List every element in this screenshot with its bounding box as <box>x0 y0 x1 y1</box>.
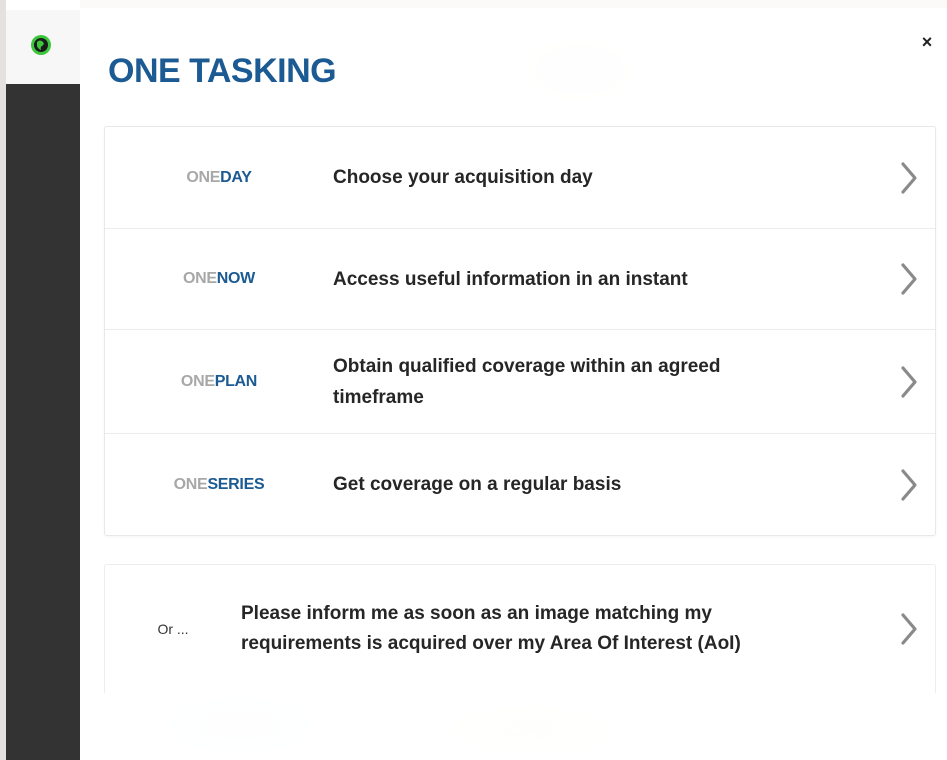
brand-one-now: ONENOW <box>105 270 333 288</box>
chevron-right-icon <box>901 365 917 398</box>
one-tasking-panel: × ONE TASKING ONEDAY Choose your acquisi… <box>80 8 947 760</box>
sidebar-dark <box>6 84 80 760</box>
brand-prefix: ONE <box>180 372 215 390</box>
option-one-day[interactable]: ONEDAY Choose your acquisition day <box>105 127 935 229</box>
or-label: Or ... <box>157 621 189 637</box>
app-stage: × ONE TASKING ONEDAY Choose your acquisi… <box>0 0 947 760</box>
option-description: Choose your acquisition day <box>333 167 593 188</box>
chevron-right-icon <box>901 161 917 194</box>
brand-suffix: PLAN <box>214 372 258 390</box>
notify-description: Please inform me as soon as an image mat… <box>241 603 741 654</box>
brand-suffix: NOW <box>216 270 256 287</box>
tasking-options-list: ONEDAY Choose your acquisition day ONENO… <box>104 126 936 536</box>
close-icon[interactable]: × <box>917 32 937 52</box>
option-description: Access useful information in an instant <box>333 268 688 290</box>
option-one-plan[interactable]: ONEPLAN Obtain qualified coverage within… <box>105 330 935 434</box>
globe-icon <box>31 35 51 55</box>
app-logo[interactable] <box>6 10 80 84</box>
option-one-now[interactable]: ONENOW Access useful information in an i… <box>105 229 935 330</box>
brand-prefix: ONE <box>186 168 221 186</box>
brand-one-plan: ONEPLAN <box>105 373 333 391</box>
option-description: Get coverage on a regular basis <box>333 474 622 495</box>
page-title: ONE TASKING <box>108 52 337 90</box>
chevron-right-icon <box>901 263 917 295</box>
notify-me-option[interactable]: Or ... Please inform me as soon as an im… <box>104 564 936 693</box>
option-description: Obtain qualified coverage within an agre… <box>333 355 721 408</box>
brand-prefix: ONE <box>183 270 217 287</box>
option-one-series[interactable]: ONESERIES Get coverage on a regular basi… <box>105 434 935 535</box>
brand-suffix: SERIES <box>207 475 265 493</box>
brand-suffix: DAY <box>220 168 252 186</box>
brand-one-day: ONEDAY <box>105 169 333 187</box>
chevron-right-icon <box>901 468 917 501</box>
chevron-right-icon <box>901 613 917 645</box>
brand-one-series: ONESERIES <box>105 476 333 494</box>
brand-prefix: ONE <box>173 475 208 493</box>
